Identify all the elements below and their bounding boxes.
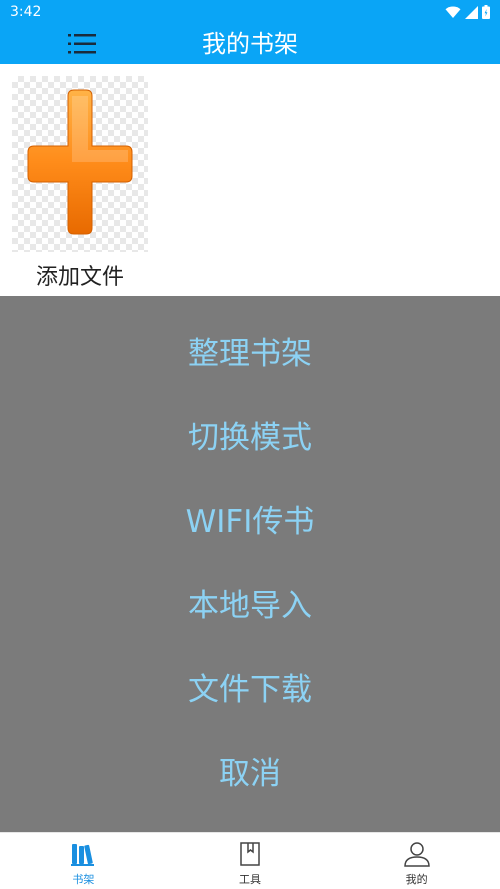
- tab-mine[interactable]: 我的: [333, 833, 500, 889]
- tab-label: 书架: [72, 873, 95, 886]
- menu-item-switch-mode[interactable]: 切换模式: [0, 396, 500, 480]
- menu-item-wifi-transfer[interactable]: WIFI传书: [0, 480, 500, 564]
- menu-button[interactable]: [66, 30, 100, 58]
- battery-icon: [482, 5, 490, 19]
- wifi-icon: [445, 6, 461, 18]
- menu-item-file-download[interactable]: 文件下载: [0, 648, 500, 732]
- menu-item-organize-shelf[interactable]: 整理书架: [0, 312, 500, 396]
- status-bar: 3:42: [0, 0, 500, 24]
- app-bar: 我的书架: [0, 24, 500, 64]
- status-time: 3:42: [10, 4, 42, 20]
- add-file-thumbnail: [12, 76, 148, 252]
- tab-bookshelf[interactable]: 书架: [0, 833, 167, 889]
- plus-icon: [27, 89, 133, 235]
- tab-label: 工具: [239, 873, 261, 886]
- signal-icon: [465, 5, 478, 19]
- bookshelf: 添加文件: [0, 64, 500, 360]
- tab-label: 我的: [405, 873, 428, 886]
- bottom-tab-bar: 书架 工具 我的: [0, 832, 500, 889]
- menu-item-local-import[interactable]: 本地导入: [0, 564, 500, 648]
- cancel-button[interactable]: 取消: [0, 732, 500, 816]
- status-icons: [445, 5, 490, 19]
- tab-tools[interactable]: 工具: [167, 833, 334, 889]
- bookshelf-icon: [71, 844, 95, 866]
- menu-list-icon: [68, 34, 96, 54]
- user-icon: [403, 842, 430, 867]
- add-file-label: 添加文件: [35, 265, 124, 290]
- add-file-tile[interactable]: 添加文件: [12, 76, 148, 290]
- bookmark-book-icon: [240, 842, 260, 866]
- action-menu-sheet: 整理书架 切换模式 WIFI传书 本地导入 文件下载 取消: [0, 296, 500, 832]
